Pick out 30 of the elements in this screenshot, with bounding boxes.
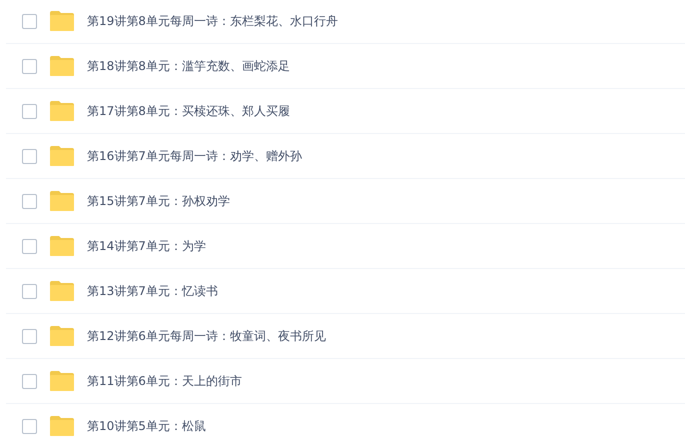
folder-icon <box>49 280 75 302</box>
folder-icon <box>49 370 75 392</box>
folder-name[interactable]: 第18讲第8单元：滥竽充数、画蛇添足 <box>87 58 290 74</box>
folder-icon <box>49 415 75 437</box>
folder-name[interactable]: 第17讲第8单元：买椟还珠、郑人买履 <box>87 102 290 120</box>
folder-name[interactable]: 第15讲第7单元：孙权劝学 <box>87 192 230 210</box>
checkbox[interactable] <box>22 58 37 74</box>
folder-name[interactable]: 第14讲第7单元：为学 <box>87 238 206 254</box>
folder-name[interactable]: 第10讲第5单元：松鼠 <box>87 418 206 434</box>
folder-icon <box>49 100 75 122</box>
checkbox[interactable] <box>22 14 37 28</box>
checkbox[interactable] <box>22 328 37 344</box>
folder-icon <box>49 10 75 32</box>
folder-name[interactable]: 第13讲第7单元：忆读书 <box>87 282 218 300</box>
checkbox[interactable] <box>22 148 37 164</box>
folder-icon <box>49 190 75 212</box>
checkbox[interactable] <box>22 418 37 434</box>
folder-name[interactable]: 第16讲第7单元每周一诗：劝学、赠外孙 <box>87 148 302 164</box>
checkbox[interactable] <box>22 238 37 254</box>
folder-icon <box>49 325 75 347</box>
folder-name[interactable]: 第19讲第8单元每周一诗：东栏梨花、水口行舟 <box>87 12 338 30</box>
checkbox[interactable] <box>22 284 37 298</box>
checkbox[interactable] <box>22 374 37 388</box>
folder-name[interactable]: 第11讲第6单元：天上的街市 <box>87 372 242 390</box>
checkbox[interactable] <box>22 194 37 208</box>
folder-name[interactable]: 第12讲第6单元每周一诗：牧童词、夜书所见 <box>87 328 326 344</box>
folder-icon <box>49 235 75 257</box>
folder-icon <box>49 145 75 167</box>
checkbox[interactable] <box>22 104 37 118</box>
folder-icon <box>49 55 75 77</box>
